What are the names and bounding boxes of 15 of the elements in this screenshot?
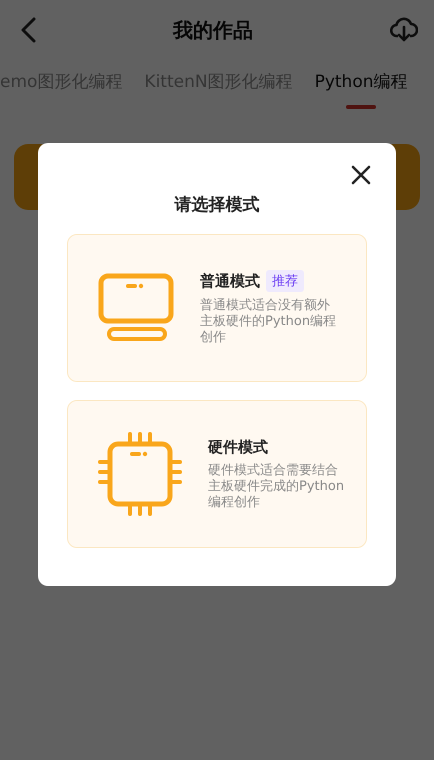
mode-name: 硬件模式 <box>208 438 268 456</box>
category-tab[interactable]: Python编程 <box>314 70 408 93</box>
page-title: 我的作品 <box>173 16 253 44</box>
mode-option-card[interactable]: 硬件模式 硬件模式适合需要结合主板硬件完成的Python编程创作 <box>67 400 367 548</box>
mode-name: 普通模式 <box>200 272 260 290</box>
back-icon[interactable] <box>20 17 36 43</box>
recommended-tag: 推荐 <box>266 270 304 292</box>
mode-description: 硬件模式适合需要结合主板硬件完成的Python编程创作 <box>208 462 346 510</box>
close-button[interactable] <box>349 163 373 187</box>
mode-description: 普通模式适合没有额外主板硬件的Python编程创作 <box>200 298 338 346</box>
dialog-title: 请选择模式 <box>173 194 260 216</box>
mode-option-card[interactable]: 普通模式 推荐 普通模式适合没有额外主板硬件的Python编程创作 <box>67 234 367 382</box>
monitor-icon <box>98 273 174 343</box>
chip-icon <box>98 432 182 516</box>
cloud-download-icon[interactable] <box>390 17 418 43</box>
